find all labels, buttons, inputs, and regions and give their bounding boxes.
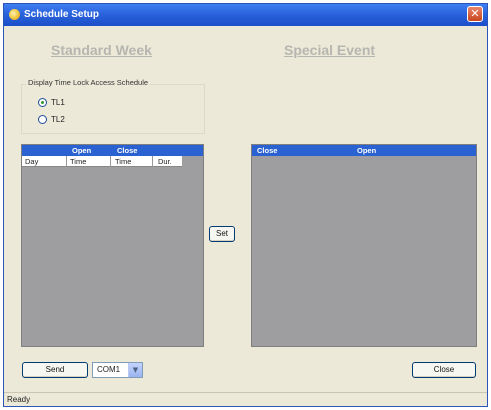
- status-bar: Ready: [4, 392, 487, 406]
- radio-tl1[interactable]: TL1: [38, 98, 65, 108]
- standard-grid-header: Open Close: [22, 145, 203, 156]
- radio-tl2-label: TL2: [51, 115, 65, 124]
- port-select[interactable]: COM1 ▼: [92, 362, 143, 378]
- col-duration[interactable]: Dur.: [158, 157, 172, 166]
- header-open[interactable]: Open: [72, 146, 91, 155]
- special-event-grid[interactable]: Close Open: [251, 144, 477, 347]
- special-event-heading: Special Event: [284, 42, 376, 58]
- window-title: Schedule Setup: [24, 9, 100, 20]
- header-close[interactable]: Close: [117, 146, 137, 155]
- column-divider: [110, 156, 111, 167]
- radio-selected-icon[interactable]: [38, 98, 47, 108]
- close-icon[interactable]: ✕: [467, 6, 483, 22]
- header-close[interactable]: Close: [257, 146, 277, 155]
- col-open-time[interactable]: Time: [70, 157, 86, 166]
- column-divider: [66, 156, 67, 167]
- set-button[interactable]: Set: [209, 226, 235, 242]
- radio-unselected-icon[interactable]: [38, 115, 47, 125]
- close-button[interactable]: Close: [412, 362, 476, 378]
- schedule-group-label: Display Time Lock Access Schedule: [26, 78, 151, 87]
- title-bar[interactable]: Schedule Setup ✕: [4, 4, 487, 26]
- header-open[interactable]: Open: [357, 146, 376, 155]
- standard-week-grid[interactable]: Open Close Day Time Time Dur.: [21, 144, 204, 347]
- schedule-setup-window: Schedule Setup ✕ Standard Week Special E…: [3, 3, 488, 407]
- app-icon: [9, 9, 20, 20]
- port-select-value: COM1: [97, 365, 121, 374]
- col-close-time[interactable]: Time: [115, 157, 131, 166]
- chevron-down-icon[interactable]: ▼: [128, 363, 142, 377]
- column-divider: [152, 156, 153, 167]
- radio-tl2[interactable]: TL2: [38, 115, 65, 125]
- schedule-group-box: Display Time Lock Access Schedule TL1 TL…: [21, 78, 205, 134]
- radio-tl1-label: TL1: [51, 98, 65, 107]
- send-button[interactable]: Send: [22, 362, 88, 378]
- standard-grid-subheader: Day Time Time Dur.: [22, 156, 182, 167]
- col-day[interactable]: Day: [25, 157, 38, 166]
- special-grid-header: Close Open: [252, 145, 476, 156]
- status-text: Ready: [7, 395, 31, 404]
- standard-week-heading: Standard Week: [51, 42, 152, 58]
